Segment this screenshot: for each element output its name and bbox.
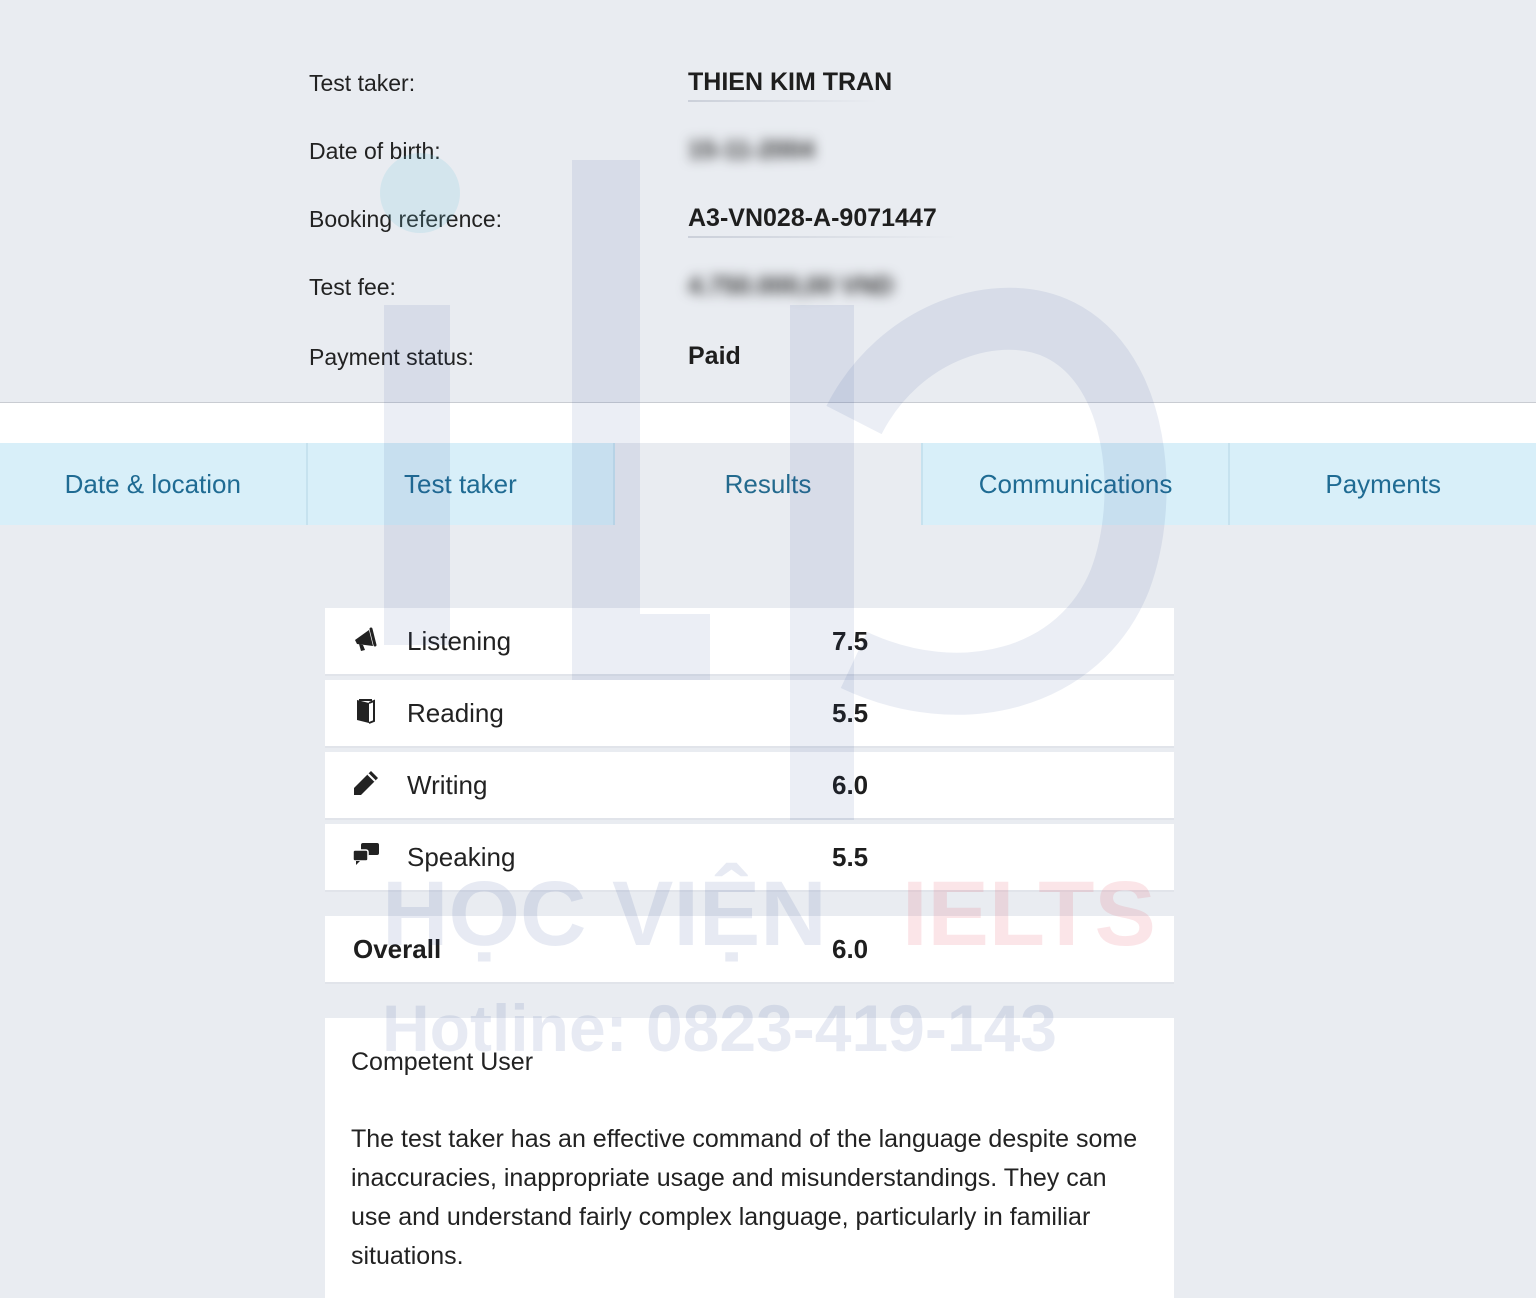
skill-name: Reading [407,698,504,728]
skill-score: 5.5 [832,842,869,872]
speech-bubbles-icon [352,843,379,865]
date-of-birth-value: 15-11-2004 [688,136,815,164]
tab-bar: Date & location Test taker Results Commu… [0,443,1536,525]
skill-score: 6.0 [832,770,869,800]
overall-label: Overall [353,934,442,964]
payment-status-row: Payment status: Paid [0,336,1536,376]
test-fee-label: Test fee: [309,274,396,300]
book-icon [357,699,375,724]
band-description-panel: Competent User The test taker has an eff… [325,1018,1174,1298]
tab-spacer [0,403,1536,443]
overall-score: 6.0 [832,934,869,964]
test-taker-label: Test taker: [309,70,416,96]
tab-payments[interactable]: Payments [1230,443,1536,525]
test-fee-value: 4.750.000,00 VND [688,272,894,300]
score-row-reading: Reading 5.5 [325,680,1174,746]
date-of-birth-row: Date of birth: 15-11-2004 [0,130,1536,170]
tab-communications[interactable]: Communications [922,443,1231,525]
booking-reference-label: Booking reference: [309,206,503,232]
booking-reference-row: Booking reference: A3-VN028-A-9071447 [0,198,1536,238]
test-taker-value: THIEN KIM TRAN [688,68,893,96]
payment-status-label: Payment status: [309,344,474,370]
skill-name: Speaking [407,842,516,872]
divider [688,236,958,238]
test-taker-row: Test taker: THIEN KIM TRAN [0,62,1536,102]
score-row-writing: Writing 6.0 [325,752,1174,818]
megaphone-icon [355,627,377,651]
tab-date-location[interactable]: Date & location [0,443,308,525]
test-info-panel: Test taker: THIEN KIM TRAN Date of birth… [0,0,1536,403]
tab-results[interactable]: Results [615,443,923,525]
score-row-listening: Listening 7.5 [325,608,1174,674]
payment-status-value: Paid [688,342,741,370]
test-fee-row: Test fee: 4.750.000,00 VND [0,266,1536,306]
score-row-overall: Overall 6.0 [325,916,1174,982]
band-description: The test taker has an effective command … [351,1125,1138,1270]
tab-test-taker[interactable]: Test taker [307,443,616,525]
booking-reference-value: A3-VN028-A-9071447 [688,204,937,232]
skill-name: Writing [407,770,488,800]
band-title: Competent User [351,1048,534,1076]
skill-name: Listening [407,626,512,656]
skill-score: 5.5 [832,698,869,728]
score-row-speaking: Speaking 5.5 [325,824,1174,890]
date-of-birth-label: Date of birth: [309,138,441,164]
skill-score: 7.5 [832,626,869,656]
pencil-icon [354,771,378,795]
divider [688,100,878,102]
